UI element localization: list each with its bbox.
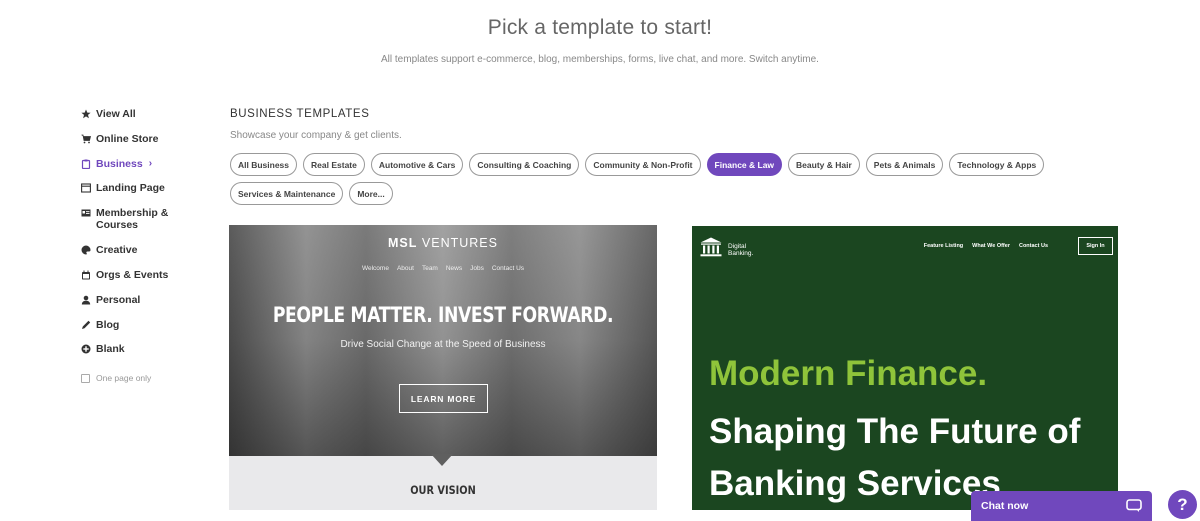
chip-beauty-hair[interactable]: Beauty & Hair	[788, 153, 860, 176]
template-headline-accent: Modern Finance.	[709, 354, 988, 393]
page-subtitle: All templates support e-commerce, blog, …	[381, 54, 819, 65]
category-sidebar: View All Online Store Business › Landing…	[81, 108, 201, 383]
template-nav-item: Contact Us	[491, 265, 525, 272]
template-nav-item: Contact Us	[1018, 243, 1048, 249]
sidebar-item-landing-page[interactable]: Landing Page	[81, 182, 201, 207]
id-card-icon	[81, 208, 91, 218]
sidebar-item-label-line1: Membership &	[96, 207, 169, 220]
palette-icon	[81, 245, 91, 255]
checkbox-square[interactable]	[81, 373, 90, 383]
plus-circle-icon	[81, 344, 91, 354]
template-nav-item: About	[396, 265, 414, 272]
sidebar-item-label: Online Store	[96, 132, 159, 145]
bank-icon	[700, 237, 722, 262]
sidebar-item-view-all[interactable]: View All	[81, 108, 201, 133]
clipboard-icon	[81, 159, 91, 169]
notch-arrow-icon	[431, 454, 453, 466]
template-tagline: Drive Social Change at the Speed of Busi…	[340, 339, 546, 350]
chip-automotive-cars[interactable]: Automotive & Cars	[370, 153, 464, 176]
section-title: BUSINESS TEMPLATES	[230, 108, 370, 120]
brand-rest: VENTURES	[421, 236, 498, 250]
sidebar-item-creative[interactable]: Creative	[81, 244, 201, 269]
learn-more-button: LEARN MORE	[399, 384, 488, 413]
sidebar-item-business[interactable]: Business ›	[81, 158, 201, 183]
sidebar-item-online-store[interactable]: Online Store	[81, 133, 201, 158]
chip-pets-animals[interactable]: Pets & Animals	[865, 153, 944, 176]
help-button[interactable]: ?	[1168, 490, 1197, 519]
cart-icon	[81, 134, 91, 144]
sidebar-item-label: Personal	[96, 293, 141, 306]
one-page-only-checkbox[interactable]: One page only	[81, 373, 201, 383]
chip-community-non-profit[interactable]: Community & Non-Profit	[585, 153, 701, 176]
bank-logo-text: Digital Banking.	[728, 243, 753, 257]
chip-technology-apps[interactable]: Technology & Apps	[949, 153, 1045, 176]
sidebar-item-label: Business	[96, 157, 143, 170]
bank-logo: Digital Banking.	[700, 237, 753, 262]
brand-bold: MSL	[388, 236, 418, 250]
page-title: Pick a template to start!	[487, 16, 713, 39]
template-nav-item: Team	[421, 265, 438, 272]
chip-consulting-coaching[interactable]: Consulting & Coaching	[469, 153, 580, 176]
window-icon	[81, 183, 91, 193]
template-headline: PEOPLE MATTER. INVEST FORWARD.	[272, 303, 614, 327]
chip-real-estate[interactable]: Real Estate	[303, 153, 365, 176]
template-sign-in-button: Sign In	[1078, 237, 1113, 255]
chevron-right-icon: ›	[148, 157, 153, 169]
sidebar-item-blank[interactable]: Blank	[81, 343, 201, 368]
chip-more[interactable]: More...	[349, 182, 393, 205]
section-subtitle: Showcase your company & get clients.	[230, 130, 402, 141]
template-nav: Welcome About Team News Jobs Contact Us	[229, 265, 657, 272]
calendar-icon	[81, 270, 91, 280]
sidebar-item-label: Orgs & Events	[96, 268, 169, 281]
template-nav-item: Jobs	[470, 265, 484, 272]
template-nav-item: News	[445, 265, 463, 272]
template-brand: MSL VENTURES	[229, 236, 657, 250]
template-nav-item: Feature Listing	[923, 243, 964, 249]
logo-line1: Digital	[728, 242, 747, 250]
template-nav-item: Welcome	[361, 265, 389, 272]
template-card-msl-ventures[interactable]: MSL VENTURES Welcome About Team News Job…	[229, 225, 657, 510]
logo-line2: Banking.	[728, 249, 754, 257]
sidebar-item-label: Blank	[96, 343, 125, 356]
sidebar-item-label-line2: Courses	[96, 219, 139, 232]
chat-now-widget[interactable]: Chat now	[971, 491, 1152, 521]
person-icon	[81, 295, 91, 305]
sidebar-item-blog[interactable]: Blog	[81, 319, 201, 344]
category-filter-chips: All Business Real Estate Automotive & Ca…	[230, 153, 1090, 205]
template-nav: Feature Listing What We Offer Contact Us	[924, 243, 1048, 249]
sidebar-item-label: Landing Page	[96, 182, 165, 195]
chip-all-business[interactable]: All Business	[230, 153, 298, 176]
sidebar-item-personal[interactable]: Personal	[81, 294, 201, 319]
sidebar-item-label: Membership & Courses	[96, 207, 168, 231]
sidebar-item-orgs-events[interactable]: Orgs & Events	[81, 269, 201, 294]
vision-heading: OUR VISION	[410, 483, 476, 497]
sidebar-item-membership-courses[interactable]: Membership & Courses	[81, 207, 201, 244]
sidebar-item-label: Blog	[96, 318, 120, 331]
pen-icon	[81, 320, 91, 330]
sidebar-item-label: Creative	[96, 244, 138, 257]
chat-now-label: Chat now	[981, 500, 1029, 512]
one-page-only-label: One page only	[96, 373, 152, 384]
template-card-digital-banking[interactable]: Digital Banking. Feature Listing What We…	[692, 226, 1118, 510]
sidebar-item-label: View All	[96, 108, 136, 120]
chip-services-maintenance[interactable]: Services & Maintenance	[230, 182, 344, 205]
star-icon	[81, 109, 91, 119]
template-nav-item: What We Offer	[972, 243, 1010, 249]
chat-bubble-icon	[1126, 499, 1142, 516]
chip-finance-law[interactable]: Finance & Law	[706, 153, 783, 176]
